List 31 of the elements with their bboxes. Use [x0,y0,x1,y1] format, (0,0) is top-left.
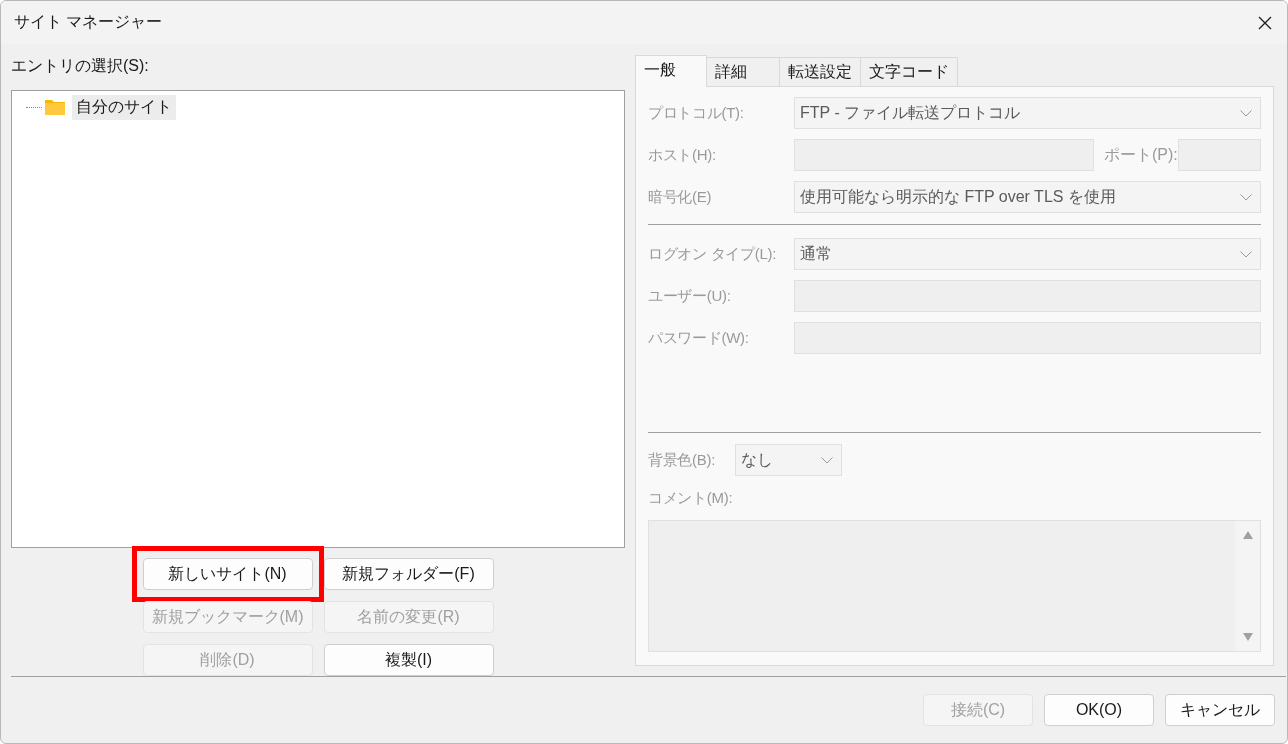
chevron-icon [1240,193,1252,201]
scroll-up-icon[interactable] [1242,531,1253,539]
scroll-down-icon[interactable] [1242,633,1253,641]
dialog-button[interactable]: 新しいサイト(N) [142,558,313,590]
dialog-button[interactable]: OK(O) [1044,694,1154,726]
tab[interactable]: 文字コード [860,57,958,86]
field-label: ログオン タイプ(L): [648,244,778,264]
dialog-button[interactable]: 複製(I) [323,644,494,676]
chevron-icon [821,456,833,464]
field-label: ユーザー(U): [648,286,732,306]
field-label: パスワード(W): [648,328,750,348]
close-icon[interactable] [1257,14,1273,31]
dropdown-value: 通常 [800,243,832,264]
field-label: 背景色(B): [648,450,717,470]
chevron-icon [1240,109,1252,117]
folder-icon [44,98,66,116]
field-label: ホスト(H): [648,145,717,165]
field-label: 暗号化(E) [648,187,713,207]
dialog-button[interactable]: キャンセル [1165,694,1275,726]
dialog-button[interactable]: 新規フォルダー(F) [323,558,494,590]
field-label: ポート(P): [1103,144,1178,165]
window-title: サイト マネージャー [14,12,163,32]
chevron-icon [1240,250,1252,258]
dropdown-value: なし [741,449,773,470]
entries-label: エントリの選択(S): [11,56,150,76]
tab[interactable]: 一般 [635,55,707,87]
dropdown-value: FTP - ファイル転送プロトコル [800,102,1021,123]
dropdown-value: 使用可能なら明示的な FTP over TLS を使用 [800,186,1116,207]
field-label: プロトコル(T): [648,103,745,123]
tree-item[interactable]: 自分のサイト [72,94,176,120]
field-label: コメント(M): [648,488,734,508]
